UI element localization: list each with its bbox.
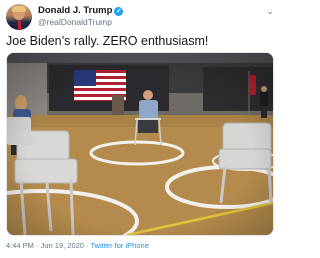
tweet-card: Donald J. Trump ✓ @realDonaldTrump ⌄ Joe… xyxy=(0,0,280,258)
tweet-header: Donald J. Trump ✓ @realDonaldTrump ⌄ xyxy=(6,4,274,30)
source-link[interactable]: Twitter for iPhone xyxy=(91,241,149,250)
tweet-text: Joe Biden’s rally. ZERO enthusiasm! xyxy=(6,34,209,48)
tweet-photo[interactable] xyxy=(6,52,274,236)
rally-photo-image xyxy=(7,53,273,235)
avatar-tie xyxy=(18,21,21,30)
author-name-row[interactable]: Donald J. Trump ✓ xyxy=(38,5,124,17)
avatar[interactable] xyxy=(6,4,32,30)
chevron-down-icon[interactable]: ⌄ xyxy=(266,6,274,17)
author-info: Donald J. Trump ✓ @realDonaldTrump xyxy=(38,5,124,28)
verified-badge-icon: ✓ xyxy=(114,6,124,16)
handle[interactable]: @realDonaldTrump xyxy=(38,17,123,28)
avatar-hair xyxy=(12,6,26,12)
timestamp[interactable]: 4:44 PM · Jun 19, 2020 xyxy=(6,241,84,250)
tweet-meta: 4:44 PM · Jun 19, 2020 · Twitter for iPh… xyxy=(6,241,149,250)
display-name[interactable]: Donald J. Trump xyxy=(38,5,112,17)
